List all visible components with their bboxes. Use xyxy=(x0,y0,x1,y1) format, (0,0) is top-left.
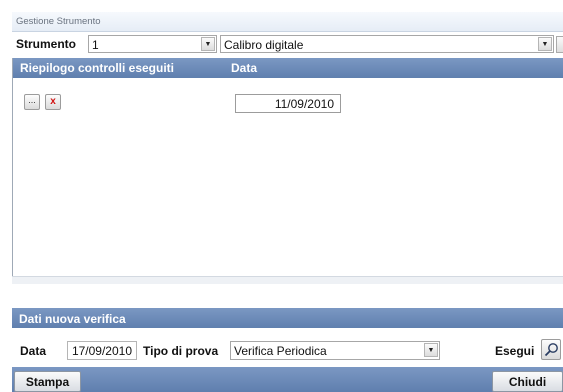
esegui-button[interactable] xyxy=(541,339,561,360)
chevron-down-icon[interactable]: ▼ xyxy=(424,343,438,357)
controlli-panel: Riepilogo controlli eseguiti Data ... x … xyxy=(12,58,563,284)
record-date-cell[interactable]: 11/09/2010 xyxy=(235,94,341,113)
nuova-verifica-row: Data 17/09/2010 Tipo di prova Verifica P… xyxy=(12,329,563,365)
chevron-down-icon[interactable]: ▼ xyxy=(538,37,552,51)
tipo-prova-label: Tipo di prova xyxy=(143,344,219,358)
search-icon xyxy=(544,343,558,357)
nuova-verifica-header: Dati nuova verifica xyxy=(12,308,563,328)
tipo-prova-combo[interactable]: Verifica Periodica ▼ xyxy=(230,341,440,360)
controlli-panel-footer xyxy=(12,276,563,284)
data-input[interactable]: 17/09/2010 xyxy=(67,341,137,360)
strumento-code-value: 1 xyxy=(92,38,99,52)
chiudi-button[interactable]: Chiudi xyxy=(492,371,563,392)
data-label: Data xyxy=(20,344,47,358)
strumento-code-combo[interactable]: 1 ▼ xyxy=(88,35,217,53)
strumento-description-combo[interactable]: Calibro digitale ▼ xyxy=(220,35,554,53)
tipo-prova-value: Verifica Periodica xyxy=(234,344,327,358)
strumento-label: Strumento xyxy=(16,37,76,51)
window-title: Gestione Strumento xyxy=(12,12,563,32)
column-header-riepilogo: Riepilogo controlli eseguiti xyxy=(20,61,175,75)
column-header-data: Data xyxy=(231,61,258,75)
open-record-button[interactable]: ... xyxy=(24,94,40,110)
bottom-action-bar: Stampa Chiudi xyxy=(12,367,563,392)
strumento-row: Strumento 1 ▼ Calibro digitale ▼ xyxy=(12,33,563,55)
strumento-extra-button[interactable] xyxy=(556,36,563,53)
stampa-button[interactable]: Stampa xyxy=(14,371,81,392)
strumento-description-value: Calibro digitale xyxy=(224,38,304,52)
delete-record-button[interactable]: x xyxy=(45,94,61,110)
controlli-header: Riepilogo controlli eseguiti Data xyxy=(13,58,563,78)
esegui-label: Esegui xyxy=(495,344,535,358)
chevron-down-icon[interactable]: ▼ xyxy=(201,37,215,51)
